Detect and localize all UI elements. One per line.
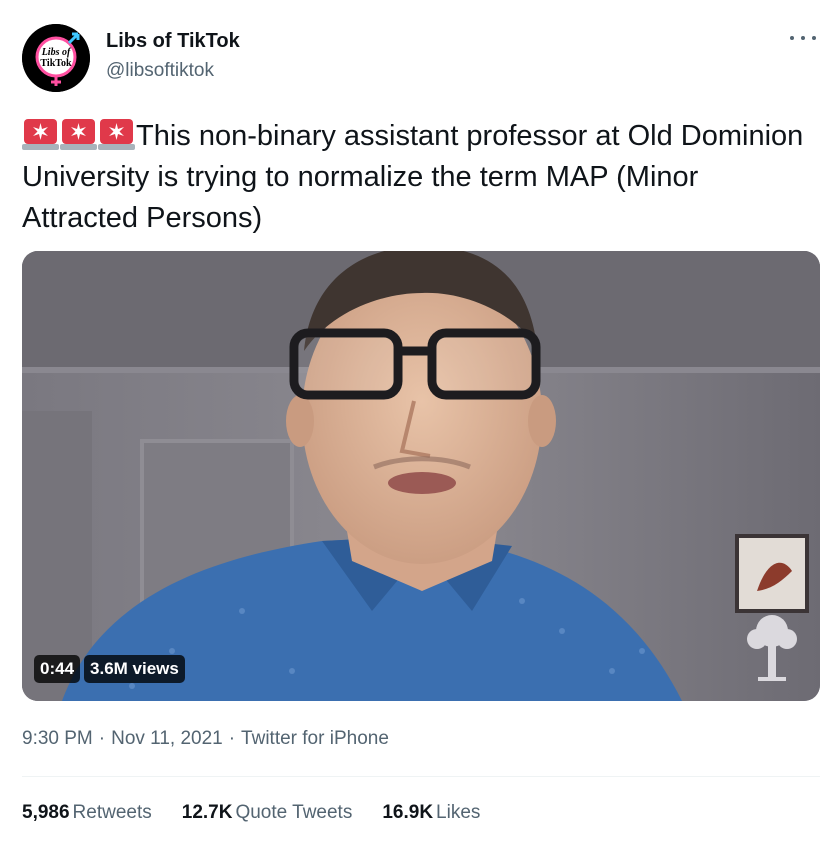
avatar-line2: TikTok: [40, 58, 72, 69]
retweets-stat[interactable]: 5,986 Retweets: [22, 802, 152, 824]
quote-tweets-label: Quote Tweets: [235, 802, 353, 823]
police-light-icon: [98, 117, 135, 151]
video-views: 3.6M views: [84, 655, 185, 683]
police-light-icon: [22, 117, 59, 151]
tweet-source[interactable]: Twitter for iPhone: [241, 728, 389, 749]
tweet-body: This non-binary assistant professor at O…: [22, 120, 804, 234]
avatar[interactable]: Libs of TikTok: [22, 24, 90, 92]
tweet-stats: 5,986 Retweets 12.7K Quote Tweets 16.9K Lik…: [22, 802, 480, 824]
likes-count: 16.9K: [382, 802, 434, 823]
quote-tweets-stat[interactable]: 12.7K Quote Tweets: [182, 802, 353, 824]
video-player[interactable]: 0:44 3.6M views: [22, 251, 820, 701]
video-frame: [22, 251, 820, 701]
tweet-date[interactable]: Nov 11, 2021: [111, 728, 223, 749]
gender-symbol-logo-icon: Libs of TikTok: [22, 24, 90, 92]
user-handle[interactable]: @libsoftiktok: [106, 60, 214, 82]
retweets-label: Retweets: [72, 802, 152, 823]
meta-separator: ·: [228, 728, 236, 749]
retweets-count: 5,986: [22, 802, 70, 823]
display-name[interactable]: Libs of TikTok: [106, 30, 240, 53]
ellipsis-icon: [812, 36, 816, 40]
avatar-line1: Libs of: [41, 47, 72, 58]
video-badges: 0:44 3.6M views: [34, 655, 185, 683]
police-light-icon: [60, 117, 97, 151]
ellipsis-icon: [790, 36, 794, 40]
likes-label: Likes: [436, 802, 481, 823]
tweet-text: This non-binary assistant professor at O…: [22, 116, 812, 239]
more-options-button[interactable]: [790, 28, 816, 48]
quote-tweets-count: 12.7K: [181, 802, 233, 823]
meta-separator: ·: [98, 728, 106, 749]
video-duration: 0:44: [34, 655, 81, 683]
tweet-time[interactable]: 9:30 PM: [22, 728, 93, 749]
tweet-meta: 9:30 PM · Nov 11, 2021 · Twitter for iPhone: [22, 728, 389, 750]
ellipsis-icon: [801, 36, 805, 40]
tweet-card: Libs of TikTok Libs of TikTok @libsoftik…: [0, 0, 840, 848]
likes-stat[interactable]: 16.9K Likes: [382, 802, 480, 824]
divider: [22, 776, 820, 777]
